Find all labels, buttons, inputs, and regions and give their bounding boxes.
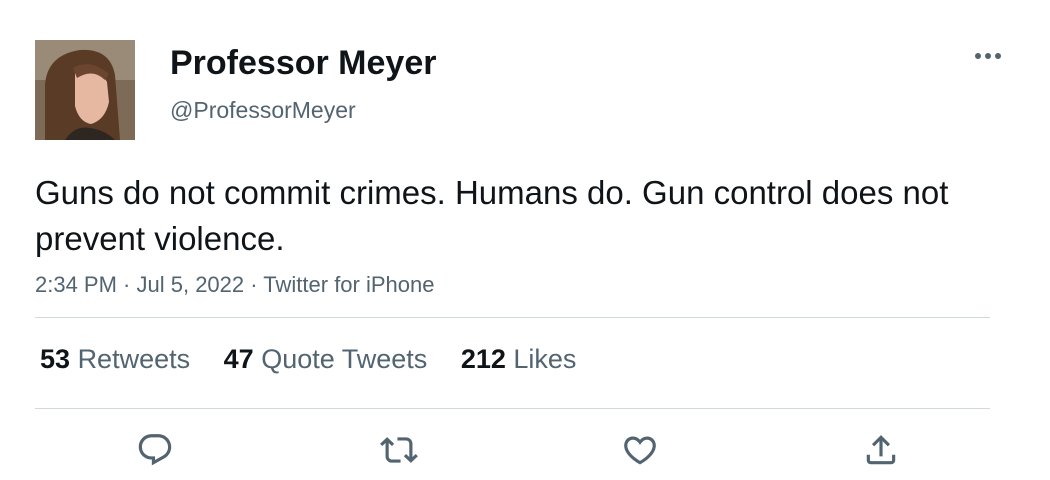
tweet-meta: 2:34 PM · Jul 5, 2022 · Twitter for iPho… <box>35 271 434 299</box>
user-handle[interactable]: @ProfessorMeyer <box>170 96 356 124</box>
likes-stat[interactable]: 212 Likes <box>461 342 577 376</box>
avatar-image <box>35 40 135 140</box>
share-button[interactable] <box>859 428 903 472</box>
more-options-button[interactable] <box>970 42 1006 70</box>
quote-tweets-count: 47 <box>223 344 254 374</box>
retweets-stat[interactable]: 53 Retweets <box>40 342 190 376</box>
reply-button[interactable] <box>133 428 177 472</box>
share-icon <box>866 435 896 465</box>
reply-icon <box>138 434 172 466</box>
divider <box>35 317 990 318</box>
quote-tweets-label: Quote Tweets <box>261 344 428 374</box>
tweet-source[interactable]: Twitter for iPhone <box>263 272 434 297</box>
heart-icon <box>624 436 656 465</box>
tweet-time[interactable]: 2:34 PM <box>35 272 117 297</box>
likes-label: Likes <box>513 344 577 374</box>
retweets-label: Retweets <box>77 344 191 374</box>
retweet-button[interactable] <box>377 428 421 472</box>
retweets-count: 53 <box>40 344 71 374</box>
tweet-date[interactable]: Jul 5, 2022 <box>137 272 245 297</box>
display-name[interactable]: Professor Meyer <box>170 43 436 83</box>
retweet-icon <box>380 437 418 463</box>
tweet-stats: 53 Retweets 47 Quote Tweets 212 Likes <box>40 342 602 376</box>
likes-count: 212 <box>460 344 506 374</box>
tweet-text: Guns do not commit crimes. Humans do. Gu… <box>35 174 949 257</box>
more-icon <box>975 53 1001 59</box>
like-button[interactable] <box>618 428 662 472</box>
avatar[interactable] <box>35 40 135 140</box>
divider <box>35 408 990 409</box>
quote-tweets-stat[interactable]: 47 Quote Tweets <box>224 342 428 376</box>
meta-separator: · <box>116 272 137 297</box>
meta-separator: · <box>244 272 264 297</box>
